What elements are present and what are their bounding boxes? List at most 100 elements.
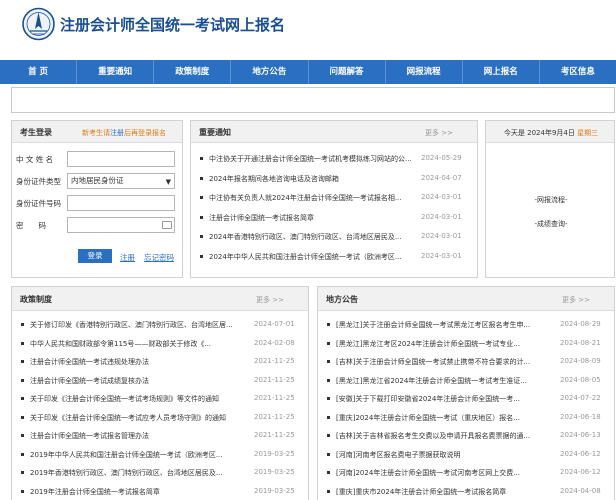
list-item[interactable]: 2019年香港特别行政区、澳门特别行政区、台湾地区居民及... 2019-03-2… [12,466,310,480]
list-item-title[interactable]: 注册会计师全国统一考试成绩复核办法 [30,376,252,386]
list-item-title[interactable]: [吉林]关于吉林省报名考生交费以及申请开具报名费票据的通... [336,431,558,441]
list-item-date: 2024-06-12 [560,449,601,458]
list-item-date: 2019-03-25 [254,449,295,458]
score-query-link[interactable]: -成绩查询- [486,219,616,229]
list-item-title[interactable]: [河南]2024年注册会计师全国统一考试河南考区网上交费... [336,468,558,478]
name-row: 中 文 姓 名 [12,151,184,167]
forgot-password-link[interactable]: 忘记密码 [144,252,174,263]
nav-exam-area-info[interactable]: 考区信息 [540,60,616,84]
list-item-title[interactable]: 2024年报名期间各地咨询电话及咨询邮箱 [209,174,421,184]
list-item-title[interactable]: 注册会计师全国统一考试报名管理办法 [30,431,252,441]
list-item[interactable]: [重庆]2024年注册会计师全国统一考试（重庆地区）报名... 2024-06-1… [318,411,616,425]
nav-home[interactable]: 首 页 [0,60,78,84]
list-item[interactable]: 注册会计师全国统一考试违规处理办法 2021-11-25 [12,355,310,369]
name-input[interactable] [67,151,175,167]
list-item[interactable]: 2024年中华人民共和国注册会计师全国统一考试（欧洲考区... 2024-03-0… [191,250,479,264]
nav-notices[interactable]: 重要通知 [77,60,155,84]
bullet-icon [21,323,24,326]
nav-registration-process[interactable]: 网报流程 [386,60,463,84]
list-item-date: 2024-08-21 [560,338,601,347]
nav-online-registration[interactable]: 网上报名 [463,60,540,84]
list-item-title[interactable]: 2024年香港特别行政区、澳门特别行政区、台湾地区居民及... [209,232,421,242]
list-item-title[interactable]: [重庆]重庆市2024年注册会计师全国统一考试报名简章 [336,487,558,497]
bullet-icon [21,471,24,474]
list-item[interactable]: 中注协有关负责人就2024年注册会计师全国统一考试报名相... 2024-03-0… [191,191,479,205]
list-item[interactable]: 2024年报名期间各地咨询电话及咨询邮箱 2024-04-07 [191,172,479,186]
list-item[interactable]: 注册会计师全国统一考试报名简章 2024-03-01 [191,211,479,225]
list-item-title[interactable]: [重庆]2024年注册会计师全国统一考试（重庆地区）报名... [336,413,558,423]
list-item[interactable]: 关于修订印发《香港特别行政区、澳门特别行政区、台湾地区居... 2024-07-0… [12,318,310,332]
id-type-select[interactable]: 内地居民身份证 ▼ [67,173,175,189]
list-item-title[interactable]: 关于印发《注册会计师全国统一考试考场规则》等文件的通知 [30,394,252,404]
list-item-title[interactable]: 中注协有关负责人就2024年注册会计师全国统一考试报名相... [209,193,421,203]
list-item[interactable]: 中注协关于开通注册会计师全国统一考试机考模拟练习网站的公... 2024-05-2… [191,152,479,166]
list-item[interactable]: [安徽]关于下载打印安徽省2024年注册会计师全国统一考... 2024-07-2… [318,392,616,406]
login-title: 考生登录 [20,128,52,137]
list-item-title[interactable]: 2019年香港特别行政区、澳门特别行政区、台湾地区居民及... [30,468,252,478]
list-item-title[interactable]: 2024年中华人民共和国注册会计师全国统一考试（欧洲考区... [209,252,421,262]
list-item-title[interactable]: [安徽]关于下载打印安徽省2024年注册会计师全国统一考... [336,394,558,404]
list-item[interactable]: [黑龙江]关于注册会计师全国统一考试黑龙江考区报名考生申... 2024-08-2… [318,318,616,332]
list-item[interactable]: [重庆]重庆市2024年注册会计师全国统一考试报名简章 2024-04-08 [318,485,616,499]
list-item[interactable]: 2019年中华人民共和国注册会计师全国统一考试（欧洲考区... 2019-03-2… [12,448,310,462]
bullet-icon [327,378,330,382]
bullet-icon [200,235,203,238]
list-item[interactable]: [吉林]关于注册会计师全国统一考试禁止携带不符合要求的计... 2024-08-0… [318,355,616,369]
register-hint: 新考生请注册后再登录报名 [82,128,166,138]
list-item-title[interactable]: 中注协关于开通注册会计师全国统一考试机考模拟练习网站的公... [209,154,421,164]
registration-process-link[interactable]: -网报流程- [486,195,616,205]
nav-policy[interactable]: 政策制度 [154,60,232,84]
notices-more-link[interactable]: 更多 >> [425,128,453,138]
list-item-title[interactable]: [黑龙江]黑龙江省2024年注册会计师全国统一考试考生准证... [336,376,558,386]
list-item-title[interactable]: 关于修订印发《香港特别行政区、澳门特别行政区、台湾地区居... [30,320,252,330]
list-item[interactable]: [河南]河南考区报名费电子票据获取说明 2024-06-12 [318,448,616,462]
login-panel-header: 考生登录 新考生请注册后再登录报名 [12,121,182,143]
bullet-icon [327,471,330,474]
list-item[interactable]: 注册会计师全国统一考试成绩复核办法 2021-11-25 [12,374,310,388]
bullet-icon [200,254,203,258]
list-item-date: 2024-07-22 [560,394,601,402]
list-item[interactable]: 关于印发《注册会计师全国统一考试应考人员考场守则》的通知 2021-11-25 [12,411,310,425]
list-item[interactable]: 关于印发《注册会计师全国统一考试考场规则》等文件的通知 2021-11-25 [12,392,310,406]
list-item-title[interactable]: [河南]河南考区报名费电子票据获取说明 [336,450,558,460]
banner-box [11,87,615,113]
list-item-title[interactable]: 2019年注册会计师全国统一考试报名简章 [30,487,252,497]
list-item-title[interactable]: 中华人民共和国财政部令第115号——财政部关于修改《... [30,339,252,349]
today-weekday: 星期三 [577,129,599,137]
keyboard-icon[interactable] [162,221,172,229]
list-item[interactable]: 注册会计师全国统一考试报名管理办法 2021-11-25 [12,429,310,443]
bullet-icon [327,323,330,326]
bullet-icon [327,341,330,345]
bullet-icon [200,157,203,160]
login-button[interactable]: 登录 [78,249,112,263]
list-item-title[interactable]: 关于印发《注册会计师全国统一考试应考人员考场守则》的通知 [30,413,252,423]
list-item-date: 2021-11-25 [254,375,295,384]
id-number-input[interactable] [67,195,175,211]
register-hint-link[interactable]: 注册 [110,129,124,137]
list-item[interactable]: [吉林]关于吉林省报名考生交费以及申请开具报名费票据的通... 2024-06-1… [318,429,616,443]
list-item-title[interactable]: [黑龙江]关于注册会计师全国统一考试黑龙江考区报名考生申... [336,320,558,330]
list-item-date: 2019-03-25 [254,468,295,476]
nav-faq[interactable]: 问题解答 [309,60,386,84]
list-item-title[interactable]: 注册会计师全国统一考试报名简章 [209,213,421,223]
bullet-icon [21,378,24,382]
list-item-title[interactable]: [吉林]关于注册会计师全国统一考试禁止携带不符合要求的计... [336,357,558,367]
bullet-icon [327,452,330,456]
list-item[interactable]: [黑龙江]黑龙江考区2024年注册会计师全国统一考试专业... 2024-08-2… [318,337,616,351]
password-input[interactable] [67,217,175,233]
register-link[interactable]: 注册 [120,252,135,263]
list-item-title[interactable]: 2019年中华人民共和国注册会计师全国统一考试（欧洲考区... [30,450,252,460]
nav-local-announcements[interactable]: 地方公告 [231,60,309,84]
list-item[interactable]: 2019年注册会计师全国统一考试报名简章 2019-03-25 [12,485,310,499]
list-item[interactable]: [河南]2024年注册会计师全国统一考试河南考区网上交费... 2024-06-1… [318,466,616,480]
local-more-link[interactable]: 更多 >> [562,295,590,305]
policy-more-link[interactable]: 更多 >> [256,295,284,305]
list-item[interactable]: [黑龙江]黑龙江省2024年注册会计师全国统一考试考生准证... 2024-08-… [318,374,616,388]
list-item[interactable]: 2024年香港特别行政区、澳门特别行政区、台湾地区居民及... 2024-03-0… [191,230,479,244]
list-item-title[interactable]: [黑龙江]黑龙江考区2024年注册会计师全国统一考试专业... [336,339,558,349]
list-item[interactable]: 中华人民共和国财政部令第115号——财政部关于修改《... 2024-02-08 [12,337,310,351]
list-item-title[interactable]: 注册会计师全国统一考试违规处理办法 [30,357,252,367]
id-type-value: 内地居民身份证 [71,176,124,185]
notices-panel-header: 重要通知 更多 >> [191,121,477,143]
register-hint-prefix: 新考生请 [82,129,110,137]
